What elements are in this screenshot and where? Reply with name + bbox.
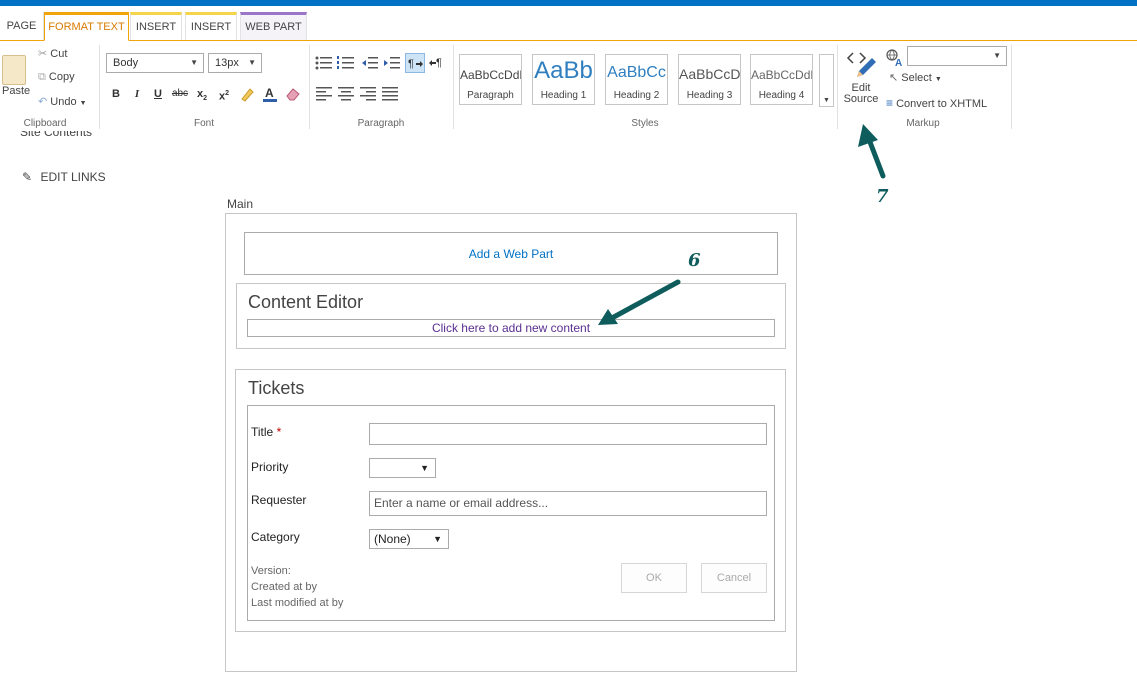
annotation-6: 6 — [688, 250, 701, 271]
annotation-7: 7 — [876, 186, 889, 207]
arrow-to-add-content — [598, 279, 681, 325]
annotation-overlay — [598, 124, 886, 325]
arrow-to-edit-source — [858, 124, 886, 179]
